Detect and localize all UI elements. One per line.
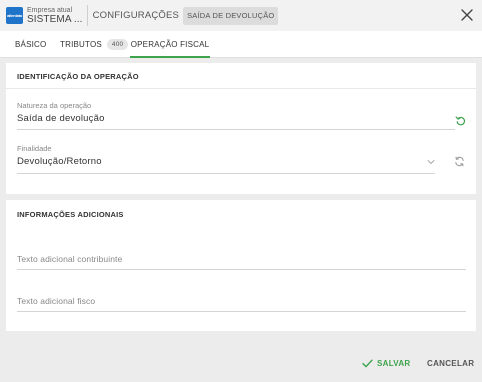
texto-contribuinte-field[interactable]: Texto adicional contribuinte [17,254,466,270]
save-button[interactable]: SALVAR [362,357,411,369]
company-logo: alterdata [6,7,23,24]
tab-operacao-fiscal[interactable]: OPERAÇÃO FISCAL [130,31,210,58]
cancel-button[interactable]: CANCELAR [427,357,474,369]
informacoes-card: INFORMAÇÕES ADICIONAIS Texto adicional c… [6,200,476,331]
natureza-label: Natureza da operação [17,101,92,110]
refresh-icon[interactable] [454,156,465,167]
finalidade-label: Finalidade [17,144,52,153]
section-divider [6,88,476,89]
header-divider [86,5,88,26]
breadcrumb-badge: SAÍDA DE DEVOLUÇÃO [183,6,279,25]
company-label: Empresa atual [27,6,73,14]
close-icon[interactable] [460,8,474,22]
tab-label: BÁSICO [15,39,47,49]
texto-fisco-input[interactable]: Texto adicional fisco [17,296,466,306]
finalidade-field[interactable]: Finalidade Devolução/Retorno [17,144,466,174]
tab-count-badge: 400 [106,38,129,50]
company-name: SISTEMA ... [27,13,83,25]
tab-bar: BÁSICO TRIBUTOS 400 OPERAÇÃO FISCAL [0,31,482,58]
tab-tributos[interactable]: TRIBUTOS 400 [60,31,129,57]
save-label: SALVAR [377,358,411,368]
natureza-field[interactable]: Natureza da operação Saída de devolução [17,101,466,130]
chevron-down-icon[interactable] [427,158,435,166]
undo-icon[interactable] [455,115,466,126]
dialog-header: alterdata Empresa atual SISTEMA ... CONF… [0,0,482,31]
tab-label: OPERAÇÃO FISCAL [130,39,210,49]
tab-basico[interactable]: BÁSICO [15,31,46,57]
check-icon [362,359,373,367]
cancel-label: CANCELAR [427,358,475,368]
tab-label: TRIBUTOS [60,39,102,49]
company-selector[interactable]: Empresa atual SISTEMA ... [27,7,83,25]
contribuinte-underline [17,269,466,270]
texto-contribuinte-input[interactable]: Texto adicional contribuinte [17,254,466,264]
informacoes-title: INFORMAÇÕES ADICIONAIS [17,210,124,219]
identificacao-card: IDENTIFICAÇÃO DA OPERAÇÃO Natureza da op… [6,63,476,194]
natureza-underline [17,129,455,130]
texto-fisco-field[interactable]: Texto adicional fisco [17,296,466,312]
fisco-underline [17,311,466,312]
finalidade-select[interactable]: Devolução/Retorno [17,156,466,167]
identificacao-title: IDENTIFICAÇÃO DA OPERAÇÃO [17,72,139,81]
section-title: CONFIGURAÇÕES [92,10,180,21]
finalidade-underline [17,173,435,174]
natureza-input[interactable]: Saída de devolução [17,113,466,124]
